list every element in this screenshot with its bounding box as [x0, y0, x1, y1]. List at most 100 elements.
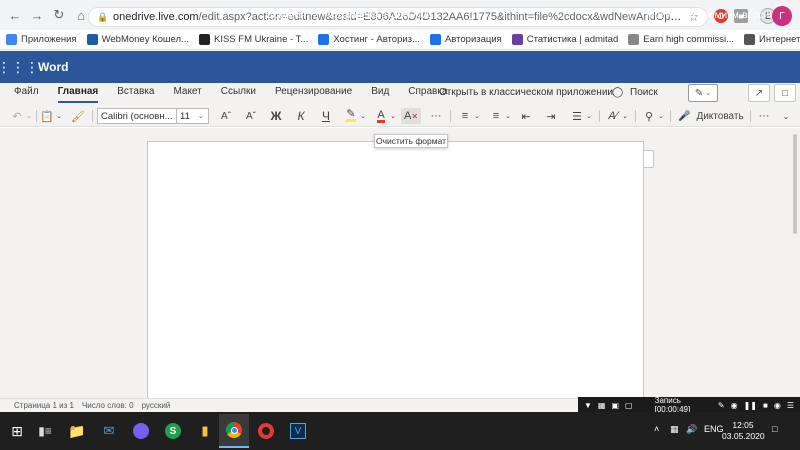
numbering-icon[interactable]: ≡ [489, 108, 503, 124]
bullets-dropdown-icon[interactable]: ⌄ [473, 108, 481, 124]
clear-formatting-icon[interactable]: A✕ [401, 108, 421, 124]
sticky-notes-icon[interactable]: ▮ [190, 414, 220, 448]
skype-icon[interactable]: S [158, 414, 188, 448]
grow-font-icon[interactable]: Aˆ [218, 108, 234, 124]
recorder-menu-icon[interactable]: ☰ [787, 401, 794, 410]
chrome-icon[interactable] [219, 414, 249, 448]
open-desktop-app-link[interactable]: Открыть в классическом приложении [439, 87, 613, 98]
highlight-dropdown-icon[interactable]: ⌄ [359, 108, 367, 124]
shrink-font-icon[interactable]: Aˇ [243, 108, 259, 124]
back-arrow-icon[interactable]: ← [6, 6, 24, 24]
document-page[interactable] [147, 141, 644, 401]
video-editor-icon[interactable]: V [283, 414, 313, 448]
language-indicator[interactable]: русский [142, 401, 171, 410]
recorder-play-icon[interactable]: ▼ [584, 401, 592, 410]
font-size-select[interactable]: 11 ⌄ [176, 108, 209, 124]
recorder-screen-icon[interactable]: ▣ [611, 401, 619, 410]
format-painter-icon[interactable]: 🖌 [71, 108, 85, 124]
premium-link[interactable]: ♢ Перейти на премиум-версию [626, 9, 777, 22]
recorder-webcam-icon[interactable]: ◉ [731, 401, 738, 410]
font-color-icon[interactable]: A [374, 108, 388, 124]
webmoney-icon [86, 34, 98, 45]
tooltip: Очистить формат [374, 134, 448, 148]
decrease-indent-icon[interactable]: ⇤ [519, 108, 533, 124]
tab-item[interactable]: Файл [14, 83, 39, 105]
undo-dropdown-icon[interactable]: ⌄ [25, 108, 33, 124]
numbering-dropdown-icon[interactable]: ⌄ [504, 108, 512, 124]
italic-button[interactable]: К [293, 108, 309, 124]
notifications-icon[interactable]: □ [772, 424, 777, 434]
bookmark-item[interactable]: WebMoney Кошел... [86, 34, 189, 45]
recorder-camera-icon[interactable]: ◉ [774, 401, 781, 410]
font-name-value: Calibri (основн... [101, 110, 173, 122]
undo-icon[interactable]: ↶ [10, 108, 24, 124]
bookmark-item[interactable]: Earn high commissi... [628, 34, 734, 45]
ribbon-expand-icon[interactable]: ⌄ [780, 108, 792, 124]
language-indicator-tray[interactable]: ENG [704, 424, 724, 434]
forward-arrow-icon[interactable]: → [28, 6, 46, 24]
increase-indent-icon[interactable]: ⇥ [544, 108, 558, 124]
recorder-pen-icon[interactable]: ✎ [718, 401, 725, 410]
scrollbar-thumb[interactable] [793, 134, 797, 234]
bookmark-item[interactable]: Статистика | admitad [511, 34, 618, 45]
recorder-stop-icon[interactable]: ■ [763, 401, 768, 410]
align-icon[interactable]: ☰ [570, 108, 584, 124]
styles-dropdown-icon[interactable]: ⌄ [621, 108, 629, 124]
align-dropdown-icon[interactable]: ⌄ [585, 108, 593, 124]
tab-item[interactable]: Вид [371, 83, 389, 105]
volume-icon[interactable]: 🔊 [686, 424, 697, 435]
tab-item[interactable]: Макет [173, 83, 201, 105]
recorder-tool-icon[interactable]: ▦ [598, 401, 606, 410]
underline-button[interactable]: Ч [318, 108, 334, 124]
editing-mode-button[interactable]: ✎ ⌄ [688, 84, 718, 102]
bookmark-label: Earn high commissi... [643, 34, 735, 45]
opera-icon[interactable] [251, 414, 281, 448]
user-avatar[interactable]: Г [772, 6, 792, 26]
find-search-icon[interactable]: ⚲ [642, 108, 656, 124]
viber-icon[interactable] [126, 414, 156, 448]
app-launcher-icon[interactable]: ⋮⋮⋮ [0, 51, 39, 83]
bookmark-label: Приложения [21, 34, 77, 45]
comments-icon[interactable]: □ [774, 84, 796, 102]
font-color-dropdown-icon[interactable]: ⌄ [389, 108, 397, 124]
recorder-region-icon[interactable]: ▢ [625, 401, 633, 410]
more-font-options-icon[interactable]: ··· [428, 108, 444, 124]
system-clock[interactable]: 12:05 03.05.2020 [722, 414, 765, 448]
reload-icon[interactable]: ↻ [50, 6, 68, 24]
styles-icon[interactable]: A∕ [606, 108, 620, 124]
share-icon[interactable]: ↗ [748, 84, 770, 102]
bookmark-item[interactable]: Интернет казино -... [744, 34, 800, 45]
task-view-icon[interactable]: ▮≡ [30, 414, 60, 448]
search-link[interactable]: Поиск [630, 87, 658, 98]
document-title[interactable]: Документ 2 - Сохранено в OneDrive ⌄ [266, 10, 442, 21]
bookmark-item[interactable]: Хостинг - Авториз... [318, 34, 420, 45]
windows-start-icon[interactable]: ⊞ [2, 414, 32, 448]
document-title-text: Документ 2 - Сохранено в OneDrive [266, 10, 432, 21]
lock-icon: 🔒 [97, 12, 109, 22]
page-side-tab[interactable] [644, 150, 654, 168]
tab-item[interactable]: Ссылки [221, 83, 256, 105]
tab-item[interactable]: Рецензирование [275, 83, 352, 105]
bookmark-item[interactable]: Авторизация [429, 34, 502, 45]
find-dropdown-icon[interactable]: ⌄ [657, 108, 665, 124]
network-icon[interactable]: ▦ [670, 424, 679, 435]
tray-arrow-icon[interactable]: ˄ [654, 424, 659, 434]
paste-dropdown-icon[interactable]: ⌄ [55, 108, 63, 124]
tab-item[interactable]: Вставка [117, 83, 154, 105]
file-explorer-icon[interactable]: 📁 [62, 414, 92, 448]
tab-item[interactable]: Главная [57, 83, 98, 105]
dictate-button[interactable]: 🎤 Диктовать [678, 108, 748, 124]
premium-label: Перейти на премиум-версию [641, 10, 777, 21]
highlight-icon[interactable]: ✎ [344, 108, 358, 124]
bookmark-label: Авторизация [444, 34, 502, 45]
bookmark-item[interactable]: KISS FM Ukraine - T... [198, 34, 308, 45]
bold-button[interactable]: Ж [268, 108, 284, 124]
mail-icon[interactable]: ✉ [94, 414, 124, 448]
bookmark-item[interactable]: Приложения [6, 34, 77, 45]
bullets-icon[interactable]: ≡ [458, 108, 472, 124]
font-name-select[interactable]: Calibri (основн...⌄ [97, 108, 177, 124]
app-name[interactable]: Word [38, 60, 68, 74]
recorder-pause-icon[interactable]: ❚❚ [744, 401, 757, 410]
paste-clipboard-icon[interactable]: 📋 [40, 108, 54, 124]
more-ribbon-options-icon[interactable]: ··· [756, 108, 772, 124]
